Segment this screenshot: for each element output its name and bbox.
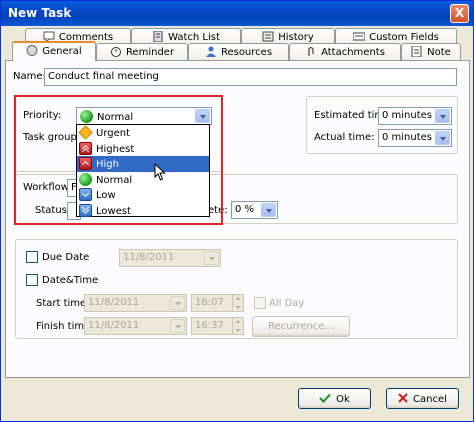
- chevron-down-icon[interactable]: [195, 109, 210, 123]
- estimated-time-select[interactable]: 0 minutes: [378, 107, 452, 125]
- due-date-input[interactable]: 11/8/2011: [119, 249, 221, 267]
- due-date-label: Due Date: [42, 252, 90, 263]
- start-time-input[interactable]: 16:07: [191, 294, 244, 312]
- actual-time-select[interactable]: 0 minutes: [378, 129, 452, 147]
- urgent-icon: [78, 125, 93, 140]
- close-icon: X: [454, 6, 465, 20]
- note-icon: [411, 45, 423, 58]
- cross-icon: [398, 393, 408, 403]
- tab-general[interactable]: General: [12, 41, 96, 61]
- actual-time-label: Actual time:: [314, 132, 375, 143]
- due-date-checkbox[interactable]: [26, 251, 38, 263]
- chevron-down-icon[interactable]: [204, 251, 219, 265]
- chevron-down-icon[interactable]: [261, 203, 276, 217]
- ok-button[interactable]: Ok: [298, 388, 371, 409]
- recurrence-button[interactable]: Recurrence...: [252, 316, 350, 337]
- workflow-label: Workflow:: [23, 182, 72, 193]
- chevron-down-icon[interactable]: [170, 319, 185, 333]
- tab-note[interactable]: Note: [401, 43, 461, 60]
- title-bar: New Task X: [1, 1, 473, 26]
- highest-icon: [79, 141, 92, 155]
- chevron-down-icon[interactable]: [435, 109, 450, 123]
- normal-icon: [80, 110, 93, 123]
- chevron-down-icon[interactable]: [170, 296, 185, 310]
- lowest-icon: [79, 203, 92, 217]
- chevron-down-icon[interactable]: [435, 131, 450, 145]
- normal-icon: [79, 172, 92, 186]
- tab-reminder[interactable]: Reminder: [96, 43, 188, 60]
- priority-option-highest[interactable]: Highest: [77, 141, 209, 157]
- general-icon: [26, 45, 38, 56]
- complete-label: ete:: [208, 205, 228, 216]
- finish-time-spinner[interactable]: [232, 318, 243, 334]
- date-time-label: Date&Time: [42, 275, 99, 286]
- checkmark-icon: [319, 393, 331, 403]
- name-input[interactable]: Conduct final meeting: [44, 68, 457, 86]
- priority-label: Priority:: [23, 110, 62, 121]
- all-day-label: All Day: [269, 298, 305, 309]
- tab-attachments[interactable]: Attachments: [289, 43, 401, 60]
- custom-fields-icon: [352, 31, 366, 42]
- watch-list-icon: [152, 30, 164, 43]
- reminder-icon: [110, 46, 122, 57]
- attachment-icon: [305, 46, 317, 57]
- low-icon: [79, 188, 92, 201]
- priority-option-normal[interactable]: Normal: [77, 172, 209, 188]
- cancel-button[interactable]: Cancel: [386, 388, 459, 409]
- new-task-dialog: New Task X Comments Watch List History C…: [0, 0, 474, 422]
- name-label: Name:: [13, 71, 46, 82]
- finish-date-input[interactable]: 11/8/2011: [84, 317, 187, 335]
- finish-time-input[interactable]: 16:37: [191, 317, 244, 335]
- date-time-checkbox[interactable]: [26, 274, 38, 286]
- high-icon: [79, 157, 92, 170]
- complete-percent-select[interactable]: 0 %: [231, 201, 278, 219]
- start-time-spinner[interactable]: [232, 295, 243, 311]
- task-group-label: Task group:: [23, 132, 81, 143]
- start-date-input[interactable]: 11/8/2011: [84, 294, 187, 312]
- mouse-cursor-icon: [154, 163, 166, 181]
- priority-select[interactable]: Normal: [76, 107, 212, 125]
- start-time-label: Start time:: [36, 298, 90, 309]
- tab-resources[interactable]: Resources: [188, 43, 289, 60]
- priority-option-low[interactable]: Low: [77, 187, 209, 203]
- close-button[interactable]: X: [450, 4, 469, 23]
- window-title: New Task: [8, 6, 72, 20]
- priority-option-urgent[interactable]: Urgent: [77, 125, 209, 141]
- history-icon: [262, 31, 274, 42]
- priority-option-high[interactable]: High: [77, 156, 209, 172]
- status-label: Status:: [35, 205, 71, 216]
- priority-option-lowest[interactable]: Lowest: [77, 203, 209, 219]
- all-day-checkbox[interactable]: [254, 297, 266, 309]
- priority-dropdown-list[interactable]: Urgent Highest High Normal Low Lowest: [76, 124, 210, 217]
- resources-icon: [205, 46, 217, 57]
